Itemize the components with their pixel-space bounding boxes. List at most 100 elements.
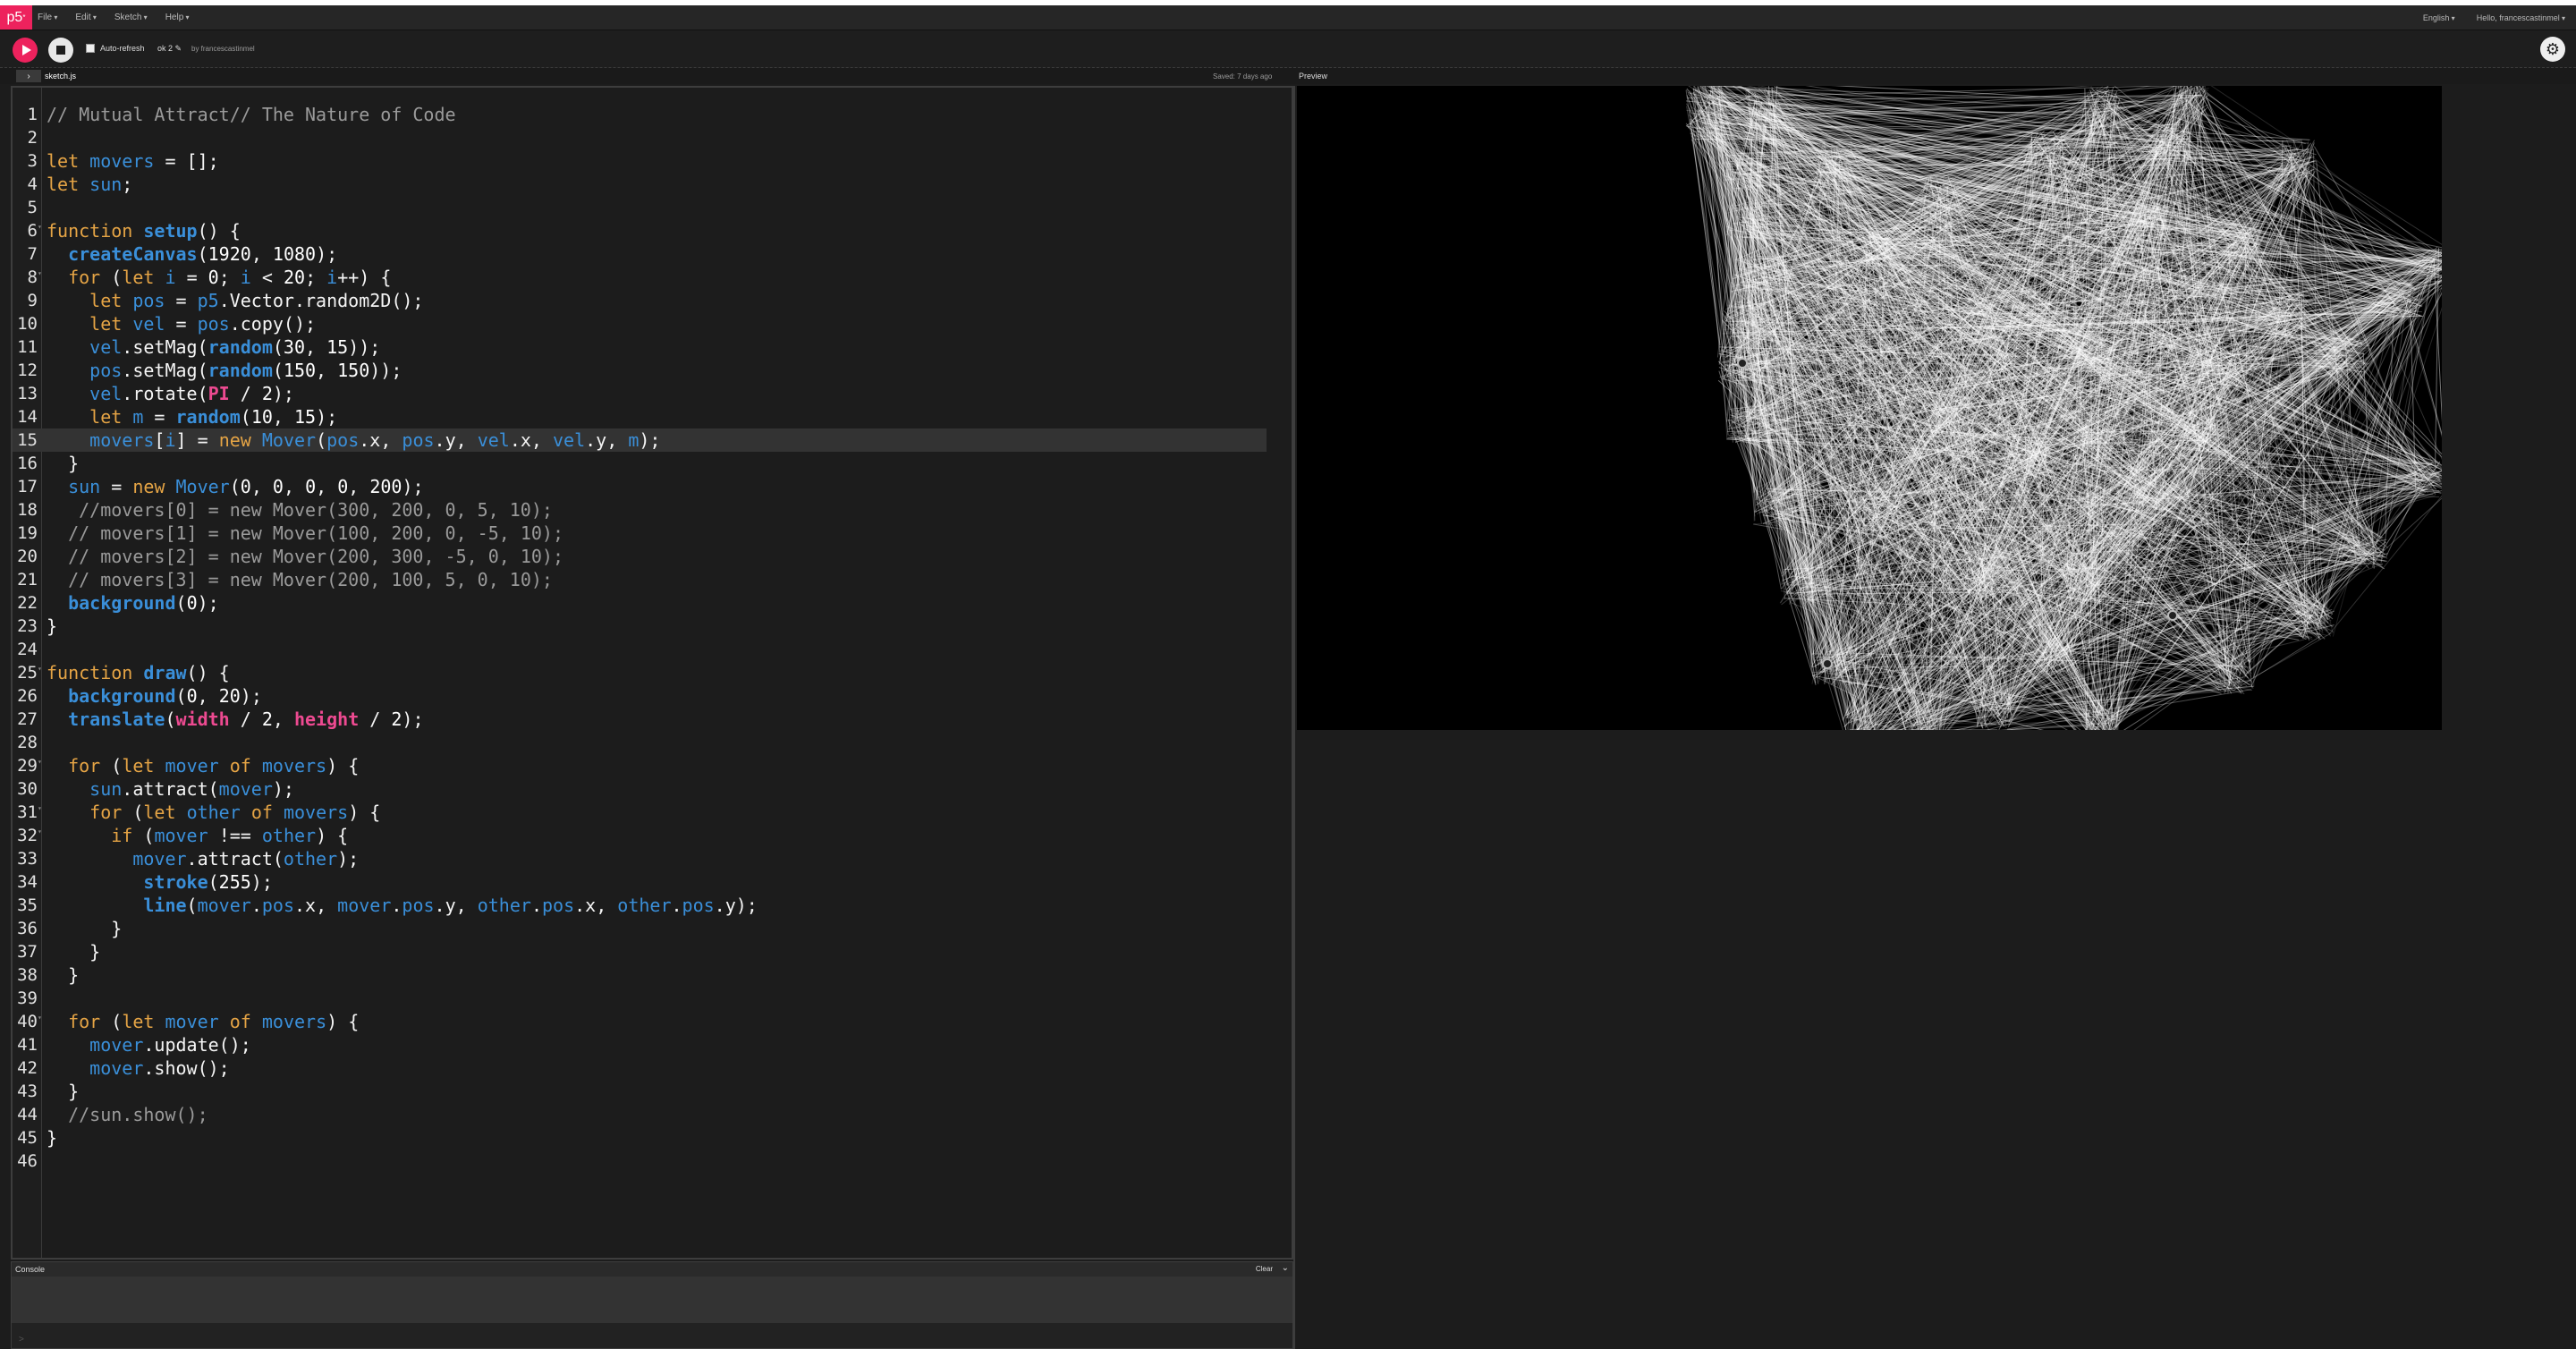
fold-icon[interactable]: ▾ bbox=[38, 658, 42, 681]
code-line[interactable]: 13 vel.rotate(PI / 2); bbox=[13, 382, 1292, 405]
sketch-preview[interactable] bbox=[1297, 86, 2442, 730]
code-text: // movers[1] = new Mover(100, 200, 0, -5… bbox=[68, 522, 564, 544]
chevron-right-icon: › bbox=[27, 71, 30, 81]
code-line[interactable]: 15 movers[i] = new Mover(pos.x, pos.y, v… bbox=[13, 428, 1267, 452]
code-text: let vel = pos.copy(); bbox=[89, 313, 317, 335]
code-line[interactable]: 3 let movers = []; bbox=[13, 149, 1292, 173]
stop-button[interactable] bbox=[48, 38, 73, 63]
fold-icon[interactable]: ▾ bbox=[38, 262, 42, 285]
code-line[interactable]: 16 } bbox=[13, 452, 1292, 475]
code-text: let pos = p5.Vector.random2D(); bbox=[89, 290, 424, 311]
code-line[interactable]: 30 sun.attract(mover); bbox=[13, 777, 1292, 801]
code-line[interactable]: 7 createCanvas(1920, 1080); bbox=[13, 242, 1292, 266]
console-prompt[interactable]: > bbox=[19, 1335, 24, 1345]
code-line[interactable]: 19 // movers[1] = new Mover(100, 200, 0,… bbox=[13, 522, 1292, 545]
code-text: line(mover.pos.x, mover.pos.y, other.pos… bbox=[143, 895, 758, 916]
nav-bar: p5* File Edit Sketch Help English Hello,… bbox=[0, 5, 2576, 30]
code-line[interactable]: 36 } bbox=[13, 917, 1292, 940]
code-line[interactable]: 42 mover.show(); bbox=[13, 1056, 1292, 1080]
line-number: 24 bbox=[17, 640, 38, 659]
file-tab[interactable]: sketch.js bbox=[45, 72, 76, 81]
line-number: 46 bbox=[17, 1151, 38, 1171]
code-line[interactable]: 26 background(0, 20); bbox=[13, 684, 1292, 708]
line-number: 42 bbox=[17, 1058, 38, 1078]
play-button[interactable] bbox=[13, 38, 38, 63]
code-line[interactable]: 43 } bbox=[13, 1080, 1292, 1103]
play-icon bbox=[21, 45, 31, 55]
line-number: 25 bbox=[17, 663, 38, 683]
language-select[interactable]: English bbox=[2423, 13, 2455, 22]
settings-button[interactable]: ⚙ bbox=[2540, 37, 2565, 62]
sidebar-toggle[interactable]: › bbox=[16, 70, 41, 82]
code-line[interactable]: 9 let pos = p5.Vector.random2D(); bbox=[13, 289, 1292, 312]
code-text: } bbox=[47, 1081, 80, 1102]
fold-icon[interactable]: ▾ bbox=[38, 751, 42, 774]
code-line[interactable]: 6 ▾ function setup() { bbox=[13, 216, 1292, 242]
code-editor[interactable]: 1 // Mutual Attract// The Nature of Code 2… bbox=[11, 86, 1293, 1260]
code-line[interactable]: 35 line(mover.pos.x, mover.pos.y, other.… bbox=[13, 894, 1292, 917]
line-number: 17 bbox=[17, 477, 38, 496]
code-line[interactable]: 22 background(0); bbox=[13, 591, 1292, 615]
code-line[interactable]: 38 } bbox=[13, 963, 1292, 987]
code-line[interactable]: 12 pos.setMag(random(150, 150)); bbox=[13, 359, 1292, 382]
code-text: pos.setMag(random(150, 150)); bbox=[89, 360, 402, 381]
code-line[interactable]: 37 } bbox=[13, 940, 1292, 963]
fold-icon[interactable]: ▾ bbox=[38, 820, 42, 844]
line-number: 5 bbox=[27, 198, 38, 217]
console-clear-button[interactable]: Clear bbox=[1256, 1265, 1273, 1273]
code-line[interactable]: 29 ▾ for (let mover of movers) { bbox=[13, 751, 1292, 777]
code-line[interactable]: 14 let m = random(10, 15); bbox=[13, 405, 1292, 428]
sketch-canvas bbox=[1685, 86, 2442, 730]
code-line[interactable]: 33 mover.attract(other); bbox=[13, 847, 1292, 870]
code-line[interactable]: 8 ▾ for (let i = 0; i < 20; i++) { bbox=[13, 266, 1292, 289]
p5-logo[interactable]: p5 * bbox=[0, 5, 32, 30]
code-line[interactable]: 17 sun = new Mover(0, 0, 0, 0, 200); bbox=[13, 475, 1292, 498]
code-line[interactable]: 45} bbox=[13, 1126, 1292, 1150]
sketch-owner: by francescastinmel bbox=[191, 45, 255, 53]
code-line[interactable]: 34 stroke(255); bbox=[13, 870, 1292, 894]
code-text: let movers = []; bbox=[47, 150, 219, 172]
line-number: 4 bbox=[27, 174, 38, 194]
line-number: 27 bbox=[17, 709, 38, 729]
user-menu[interactable]: Hello, francescastinmel bbox=[2477, 13, 2565, 22]
code-line[interactable]: 28 bbox=[13, 731, 1292, 754]
code-line[interactable]: 32 ▾ if (mover !== other) { bbox=[13, 824, 1292, 847]
code-line[interactable]: 1 // Mutual Attract// The Nature of Code bbox=[13, 103, 1292, 126]
auto-refresh-checkbox[interactable] bbox=[86, 44, 95, 53]
code-line[interactable]: 44 //sun.show(); bbox=[13, 1103, 1292, 1126]
code-line[interactable]: 31 ▾ for (let other of movers) { bbox=[13, 801, 1292, 824]
menu-edit[interactable]: Edit bbox=[75, 13, 96, 22]
code-line[interactable]: 4 let sun; bbox=[13, 173, 1292, 196]
menu-file[interactable]: File bbox=[38, 13, 57, 22]
code-line[interactable]: 11 vel.setMag(random(30, 15)); bbox=[13, 335, 1292, 359]
code-line[interactable]: 46 bbox=[13, 1150, 1292, 1173]
console-header: Console Clear ⌄ bbox=[12, 1262, 1292, 1277]
code-line[interactable]: 18 //movers[0] = new Mover(300, 200, 0, … bbox=[13, 498, 1292, 522]
code-line[interactable]: 23} bbox=[13, 615, 1292, 638]
code-text: for (let mover of movers) { bbox=[68, 755, 360, 776]
menu-bar: File Edit Sketch Help bbox=[38, 5, 190, 30]
menu-help[interactable]: Help bbox=[165, 13, 190, 22]
sketch-name[interactable]: ok 2 ✎ bbox=[157, 44, 182, 54]
fold-icon[interactable]: ▾ bbox=[38, 797, 42, 820]
code-line[interactable]: 10 let vel = pos.copy(); bbox=[13, 312, 1292, 335]
code-line[interactable]: 5 bbox=[13, 196, 1292, 219]
line-number: 7 bbox=[27, 244, 38, 264]
code-line[interactable]: 39 bbox=[13, 987, 1292, 1010]
code-line[interactable]: 40 ▾ for (let mover of movers) { bbox=[13, 1010, 1292, 1033]
code-line[interactable]: 41 mover.update(); bbox=[13, 1033, 1292, 1056]
pane-divider[interactable] bbox=[1293, 86, 1295, 1349]
menu-sketch[interactable]: Sketch bbox=[114, 13, 148, 22]
code-text: for (let other of movers) { bbox=[89, 802, 381, 823]
fold-icon[interactable]: ▾ bbox=[38, 216, 42, 239]
code-text: function setup() { bbox=[47, 220, 241, 242]
code-line[interactable]: 24 bbox=[13, 638, 1292, 661]
code-line[interactable]: 27 translate(width / 2, height / 2); bbox=[13, 708, 1292, 731]
fold-icon[interactable]: ▾ bbox=[38, 1006, 42, 1030]
chevron-down-icon[interactable]: ⌄ bbox=[1282, 1263, 1289, 1273]
line-number: 9 bbox=[27, 291, 38, 310]
code-line[interactable]: 20 // movers[2] = new Mover(200, 300, -5… bbox=[13, 545, 1292, 568]
code-line[interactable]: 25 ▾ function draw() { bbox=[13, 658, 1292, 684]
code-line[interactable]: 2 bbox=[13, 126, 1292, 149]
code-line[interactable]: 21 // movers[3] = new Mover(200, 100, 5,… bbox=[13, 568, 1292, 591]
